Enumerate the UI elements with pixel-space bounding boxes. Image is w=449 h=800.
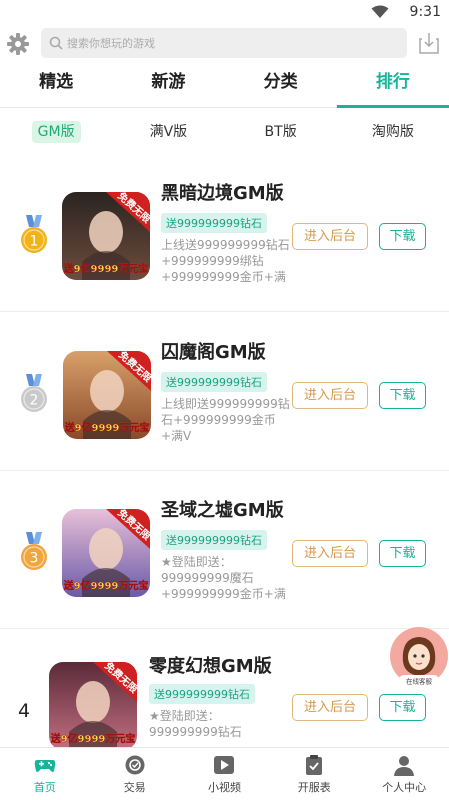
rank-medal-icon: 1 xyxy=(21,215,47,253)
game-thumbnail[interactable]: 免费无限 送9亿9999万元宝 xyxy=(63,351,151,439)
game-description: 上线即送999999999钻石+999999999金币+满V xyxy=(161,397,290,443)
game-list-item[interactable]: 1 免费无限 送9亿9999万元宝 黑暗边境GM版送999999999钻石上线送999… xyxy=(0,157,449,312)
subtab-gm[interactable]: GM版 xyxy=(0,118,112,146)
enter-backend-button[interactable]: 进入后台 xyxy=(292,540,368,567)
subtab-bt[interactable]: BT版 xyxy=(225,118,337,146)
download-button[interactable]: 下载 xyxy=(379,223,426,250)
status-time: 9:31 xyxy=(409,4,441,20)
nav-server-schedule[interactable]: 开服表 xyxy=(269,748,359,800)
nav-label: 小视频 xyxy=(207,781,241,794)
download-button[interactable]: 下载 xyxy=(379,382,426,409)
nav-home[interactable]: 首页 xyxy=(0,748,90,800)
rank-medal-icon: 3 xyxy=(21,532,47,570)
nav-profile[interactable]: 个人中心 xyxy=(359,748,449,800)
enter-backend-button[interactable]: 进入后台 xyxy=(292,382,368,409)
video-play-icon xyxy=(214,756,235,774)
tab-categories[interactable]: 分类 xyxy=(225,62,337,107)
game-title[interactable]: 囚魔阁GM版 xyxy=(161,338,266,364)
subtab-taogou[interactable]: 淘购版 xyxy=(337,118,449,146)
search-placeholder: 搜索你想玩的游戏 xyxy=(67,37,155,50)
game-description: ★登陆即送：999999999魔石+999999999金币+满V xyxy=(161,555,286,601)
game-description: 上线送999999999钻石+999999999绑钻+999999999金币+满… xyxy=(161,238,290,284)
thumbnail-promo: 送9亿9999万元宝 xyxy=(64,421,150,434)
gift-badge: 送999999999钻石 xyxy=(161,530,267,550)
game-thumbnail[interactable]: 免费无限 送9亿9999万元宝 xyxy=(62,192,150,280)
tab-new-games[interactable]: 新游 xyxy=(112,62,224,107)
search-icon xyxy=(49,36,63,50)
game-thumbnail[interactable]: 免费无限 送9亿9999万元宝 xyxy=(49,662,137,750)
gear-icon[interactable] xyxy=(7,33,29,55)
tab-featured[interactable]: 精选 xyxy=(0,62,112,107)
thumbnail-promo: 送9亿9999万元宝 xyxy=(63,262,149,275)
enter-backend-button[interactable]: 进入后台 xyxy=(292,694,368,721)
gift-badge: 送999999999钻石 xyxy=(161,213,267,233)
game-thumbnail[interactable]: 免费无限 送9亿9999万元宝 xyxy=(62,509,150,597)
enter-backend-button[interactable]: 进入后台 xyxy=(292,223,368,250)
gift-badge: 送999999999钻石 xyxy=(149,684,255,704)
trade-icon xyxy=(125,755,145,775)
bottom-nav: 首页 交易 小视频 开服表 个人中心 xyxy=(0,747,449,800)
user-icon xyxy=(394,756,415,776)
game-title[interactable]: 圣域之墟GM版 xyxy=(161,496,284,522)
tab-ranking[interactable]: 排行 xyxy=(336,62,449,108)
game-title[interactable]: 零度幻想GM版 xyxy=(149,652,272,678)
subtab-label: 满V版 xyxy=(149,124,188,140)
rank-number: 4 xyxy=(18,700,31,722)
gamepad-icon xyxy=(34,760,56,772)
thumbnail-promo: 送9亿9999万元宝 xyxy=(50,732,136,745)
search-input[interactable]: 搜索你想玩的游戏 xyxy=(41,28,407,58)
nav-short-video[interactable]: 小视频 xyxy=(180,748,270,800)
subtab-label: 淘购版 xyxy=(371,124,414,140)
top-bar: 搜索你想玩的游戏 xyxy=(0,27,449,61)
rank-medal-icon: 2 xyxy=(21,374,47,412)
nav-label: 交易 xyxy=(123,781,146,794)
nav-label: 个人中心 xyxy=(382,781,427,794)
download-manager-icon[interactable] xyxy=(418,31,440,55)
customer-service-button[interactable]: 在线客服 xyxy=(389,626,449,688)
subtab-label: GM版 xyxy=(31,121,81,143)
nav-trade[interactable]: 交易 xyxy=(90,748,180,800)
rank-number: 2 xyxy=(30,393,39,409)
wifi-icon xyxy=(371,5,389,18)
rank-number: 1 xyxy=(30,234,39,250)
rank-number: 3 xyxy=(30,551,39,567)
game-title[interactable]: 黑暗边境GM版 xyxy=(161,179,284,205)
game-list-item[interactable]: 3 免费无限 送9亿9999万元宝 圣域之墟GM版送999999999钻石 ★登陆即送：… xyxy=(0,474,449,629)
game-list-item[interactable]: 2 免费无限 送9亿9999万元宝 囚魔阁GM版送999999999钻石上线即送999… xyxy=(0,316,449,471)
subtab-label: BT版 xyxy=(264,124,297,140)
download-button[interactable]: 下载 xyxy=(379,540,426,567)
status-bar: 9:31 xyxy=(0,0,449,24)
customer-service-label: 在线客服 xyxy=(406,677,433,686)
clipboard-check-icon xyxy=(306,755,323,775)
gift-badge: 送999999999钻石 xyxy=(161,372,267,392)
main-tabs: 精选 新游 分类 排行 xyxy=(0,62,449,108)
nav-label: 首页 xyxy=(33,781,56,794)
sub-tabs: GM版 满V版 BT版 淘购版 xyxy=(0,118,449,146)
download-button[interactable]: 下载 xyxy=(379,694,426,721)
thumbnail-promo: 送9亿9999万元宝 xyxy=(63,579,149,592)
subtab-full-vip[interactable]: 满V版 xyxy=(112,118,224,146)
nav-label: 开服表 xyxy=(297,781,331,794)
